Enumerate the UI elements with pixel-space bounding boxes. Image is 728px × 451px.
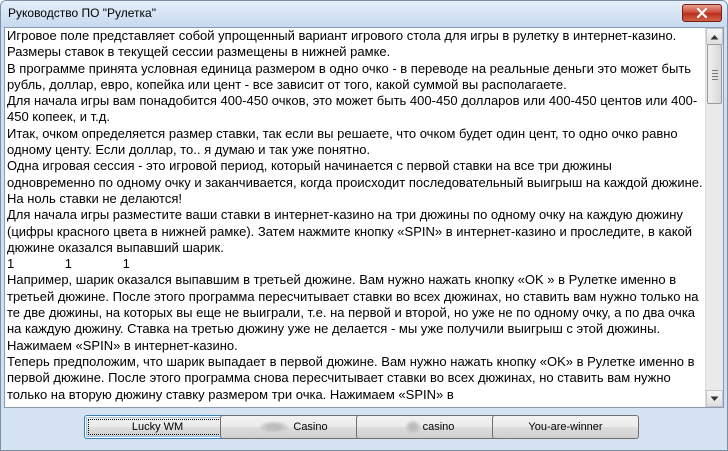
thumb-grip-icon bbox=[712, 70, 718, 82]
close-icon bbox=[696, 7, 708, 19]
window-title: Руководство ПО "Рулетка" bbox=[8, 6, 156, 20]
lucky-wm-button[interactable]: Lucky WM bbox=[84, 415, 231, 439]
vertical-scrollbar[interactable] bbox=[705, 28, 723, 407]
button-bar: Lucky WM Casino casino You-are-winner bbox=[1, 408, 727, 450]
casino-2-button[interactable]: casino bbox=[356, 415, 503, 439]
casino-label: Casino bbox=[293, 421, 328, 433]
arrow-down-icon bbox=[710, 396, 719, 401]
scroll-down-button[interactable] bbox=[706, 390, 723, 407]
scroll-up-button[interactable] bbox=[706, 28, 723, 45]
casino-button[interactable]: Casino bbox=[220, 415, 367, 439]
casino-2-label: casino bbox=[422, 421, 455, 433]
lucky-wm-label: Lucky WM bbox=[131, 421, 184, 433]
you-are-winner-label: You-are-winner bbox=[528, 421, 603, 433]
arrow-up-icon bbox=[710, 34, 719, 39]
you-are-winner-button[interactable]: You-are-winner bbox=[492, 415, 639, 439]
title-bar[interactable]: Руководство ПО "Рулетка" bbox=[1, 1, 727, 27]
manual-text: Игровое поле представляет собой упрощенн… bbox=[7, 28, 703, 402]
casino-2-logo-icon bbox=[404, 420, 421, 434]
scroll-thumb[interactable] bbox=[707, 44, 722, 104]
casino-logo-icon bbox=[259, 421, 290, 433]
close-button[interactable] bbox=[682, 4, 722, 22]
help-window: Руководство ПО "Рулетка" Игровое поле пр… bbox=[0, 0, 728, 451]
manual-text-area[interactable]: Игровое поле представляет собой упрощенн… bbox=[4, 27, 724, 408]
